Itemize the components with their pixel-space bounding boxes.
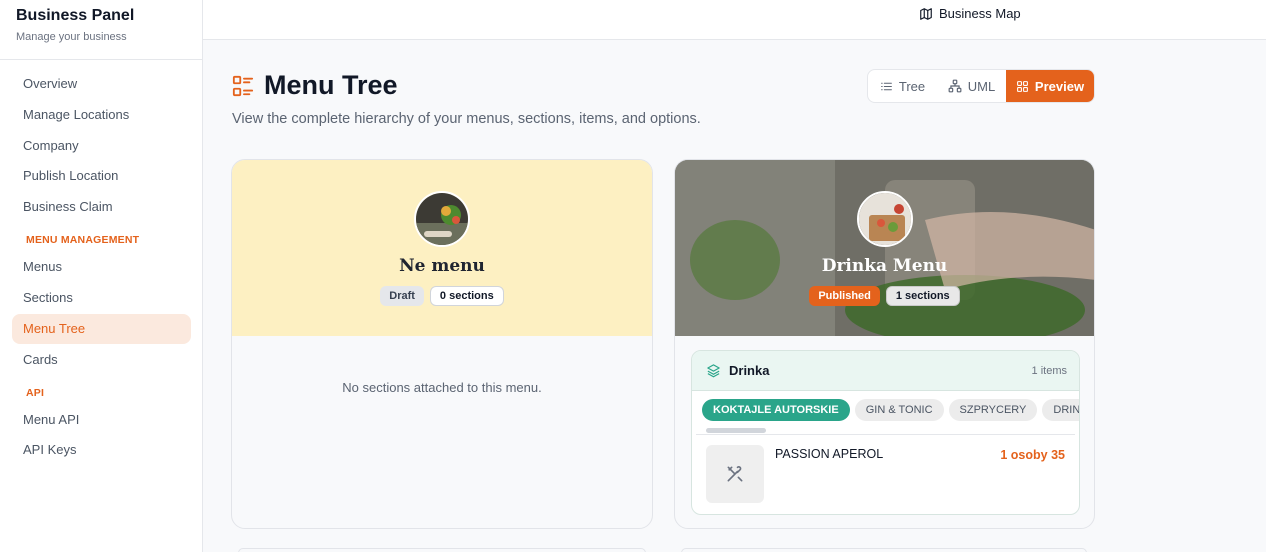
network-icon	[948, 79, 962, 93]
section-name: Drinka	[729, 363, 770, 378]
list-tree-icon	[232, 75, 254, 96]
menu-card-peek	[238, 548, 646, 552]
page-title: Menu Tree	[264, 70, 398, 100]
sidebar: Business Panel Manage your business Over…	[0, 0, 203, 552]
sections-count-badge: 0 sections	[429, 286, 504, 306]
page-description: View the complete hierarchy of your menu…	[232, 111, 701, 127]
business-map-label: Business Map	[939, 6, 1021, 21]
status-badge: Published	[809, 286, 880, 306]
hero-background-image	[675, 160, 1094, 336]
list-icon	[880, 82, 892, 90]
business-map-link[interactable]: Business Map	[919, 6, 1021, 21]
menu-card: Drinka Menu Published 1 sections Drinka …	[674, 159, 1095, 529]
tab-preview[interactable]: Preview	[1006, 70, 1094, 102]
section-panel: Drinka 1 items KOKTAJLE AUTORSKIE GIN & …	[691, 350, 1080, 515]
sidebar-item-overview[interactable]: Overview	[12, 69, 191, 99]
sidebar-item-cards[interactable]: Cards	[12, 345, 191, 375]
item-price: 1 osoby 35	[1000, 448, 1065, 462]
list-item[interactable]: PASSION APEROL 1 osoby 35	[692, 435, 1079, 513]
menu-card: Ne menu Draft 0 sections No sections att…	[231, 159, 653, 529]
sidebar-item-api-keys[interactable]: API Keys	[12, 435, 191, 465]
section-header[interactable]: Drinka 1 items	[692, 351, 1079, 391]
sidebar-item-publish-location[interactable]: Publish Location	[12, 161, 191, 191]
menu-badges: Published 1 sections	[675, 286, 1094, 306]
layers-icon	[707, 364, 720, 378]
menu-card-hero: Drinka Menu Published 1 sections	[675, 160, 1094, 336]
brand-title: Business Panel	[16, 7, 135, 24]
category-chips: KOKTAJLE AUTORSKIE GIN & TONIC SZPRYCERY…	[692, 391, 1079, 427]
tab-uml-label: UML	[967, 78, 996, 94]
map-icon	[920, 7, 932, 20]
item-thumbnail	[706, 445, 764, 503]
brand: Business Panel Manage your business	[0, 0, 202, 60]
sidebar-item-business-claim[interactable]: Business Claim	[12, 192, 191, 222]
chip-gin-tonic[interactable]: GIN & TONIC	[854, 399, 944, 421]
tab-preview-label: Preview	[1034, 78, 1085, 94]
sections-count-badge: 1 sections	[885, 286, 960, 306]
menu-avatar	[414, 191, 470, 247]
tab-tree[interactable]: Tree	[868, 70, 937, 102]
chip-szprycery[interactable]: SZPRYCERY	[948, 399, 1038, 421]
menu-name: Ne menu	[399, 256, 485, 276]
tab-uml[interactable]: UML	[937, 70, 1006, 102]
empty-sections-message: No sections attached to this menu.	[342, 380, 542, 395]
status-badge: Draft	[380, 286, 424, 306]
page-header: Menu Tree	[232, 70, 398, 101]
utensils-crossed-icon	[727, 465, 743, 482]
sidebar-item-manage-locations[interactable]: Manage Locations	[12, 100, 191, 130]
sidebar-item-sections[interactable]: Sections	[12, 283, 191, 313]
brand-subtitle: Manage your business	[16, 31, 127, 43]
menu-card-peek	[681, 548, 1087, 552]
sidebar-item-menu-tree[interactable]: Menu Tree	[12, 313, 191, 344]
sidebar-heading-api: API	[26, 386, 45, 399]
menu-name: Drinka Menu	[821, 256, 948, 276]
view-switch: Tree UML Preview	[867, 69, 1095, 103]
item-name: PASSION APEROL	[775, 447, 884, 461]
sidebar-item-company[interactable]: Company	[12, 131, 191, 161]
topbar: Business Map	[203, 0, 1266, 40]
sidebar-item-menus[interactable]: Menus	[12, 252, 191, 282]
menu-avatar	[856, 191, 913, 247]
menu-badges: Draft 0 sections	[232, 286, 652, 306]
section-items-count: 1 items	[1031, 364, 1067, 377]
chip-koktajle-autorskie[interactable]: KOKTAJLE AUTORSKIE	[702, 399, 850, 421]
sidebar-heading-menu-management: MENU MANAGEMENT	[26, 234, 140, 247]
chip-drinks[interactable]: DRINKS	[1042, 399, 1079, 421]
sidebar-item-menu-api[interactable]: Menu API	[12, 405, 191, 435]
sidebar-nav: Overview Manage Locations Company Publis…	[12, 69, 191, 466]
scrollbar-thumb[interactable]	[706, 428, 766, 433]
grid-icon	[1017, 80, 1028, 92]
tab-tree-label: Tree	[898, 78, 926, 94]
chips-scrollbar[interactable]	[696, 427, 1075, 435]
menu-card-hero: Ne menu Draft 0 sections	[232, 160, 652, 336]
